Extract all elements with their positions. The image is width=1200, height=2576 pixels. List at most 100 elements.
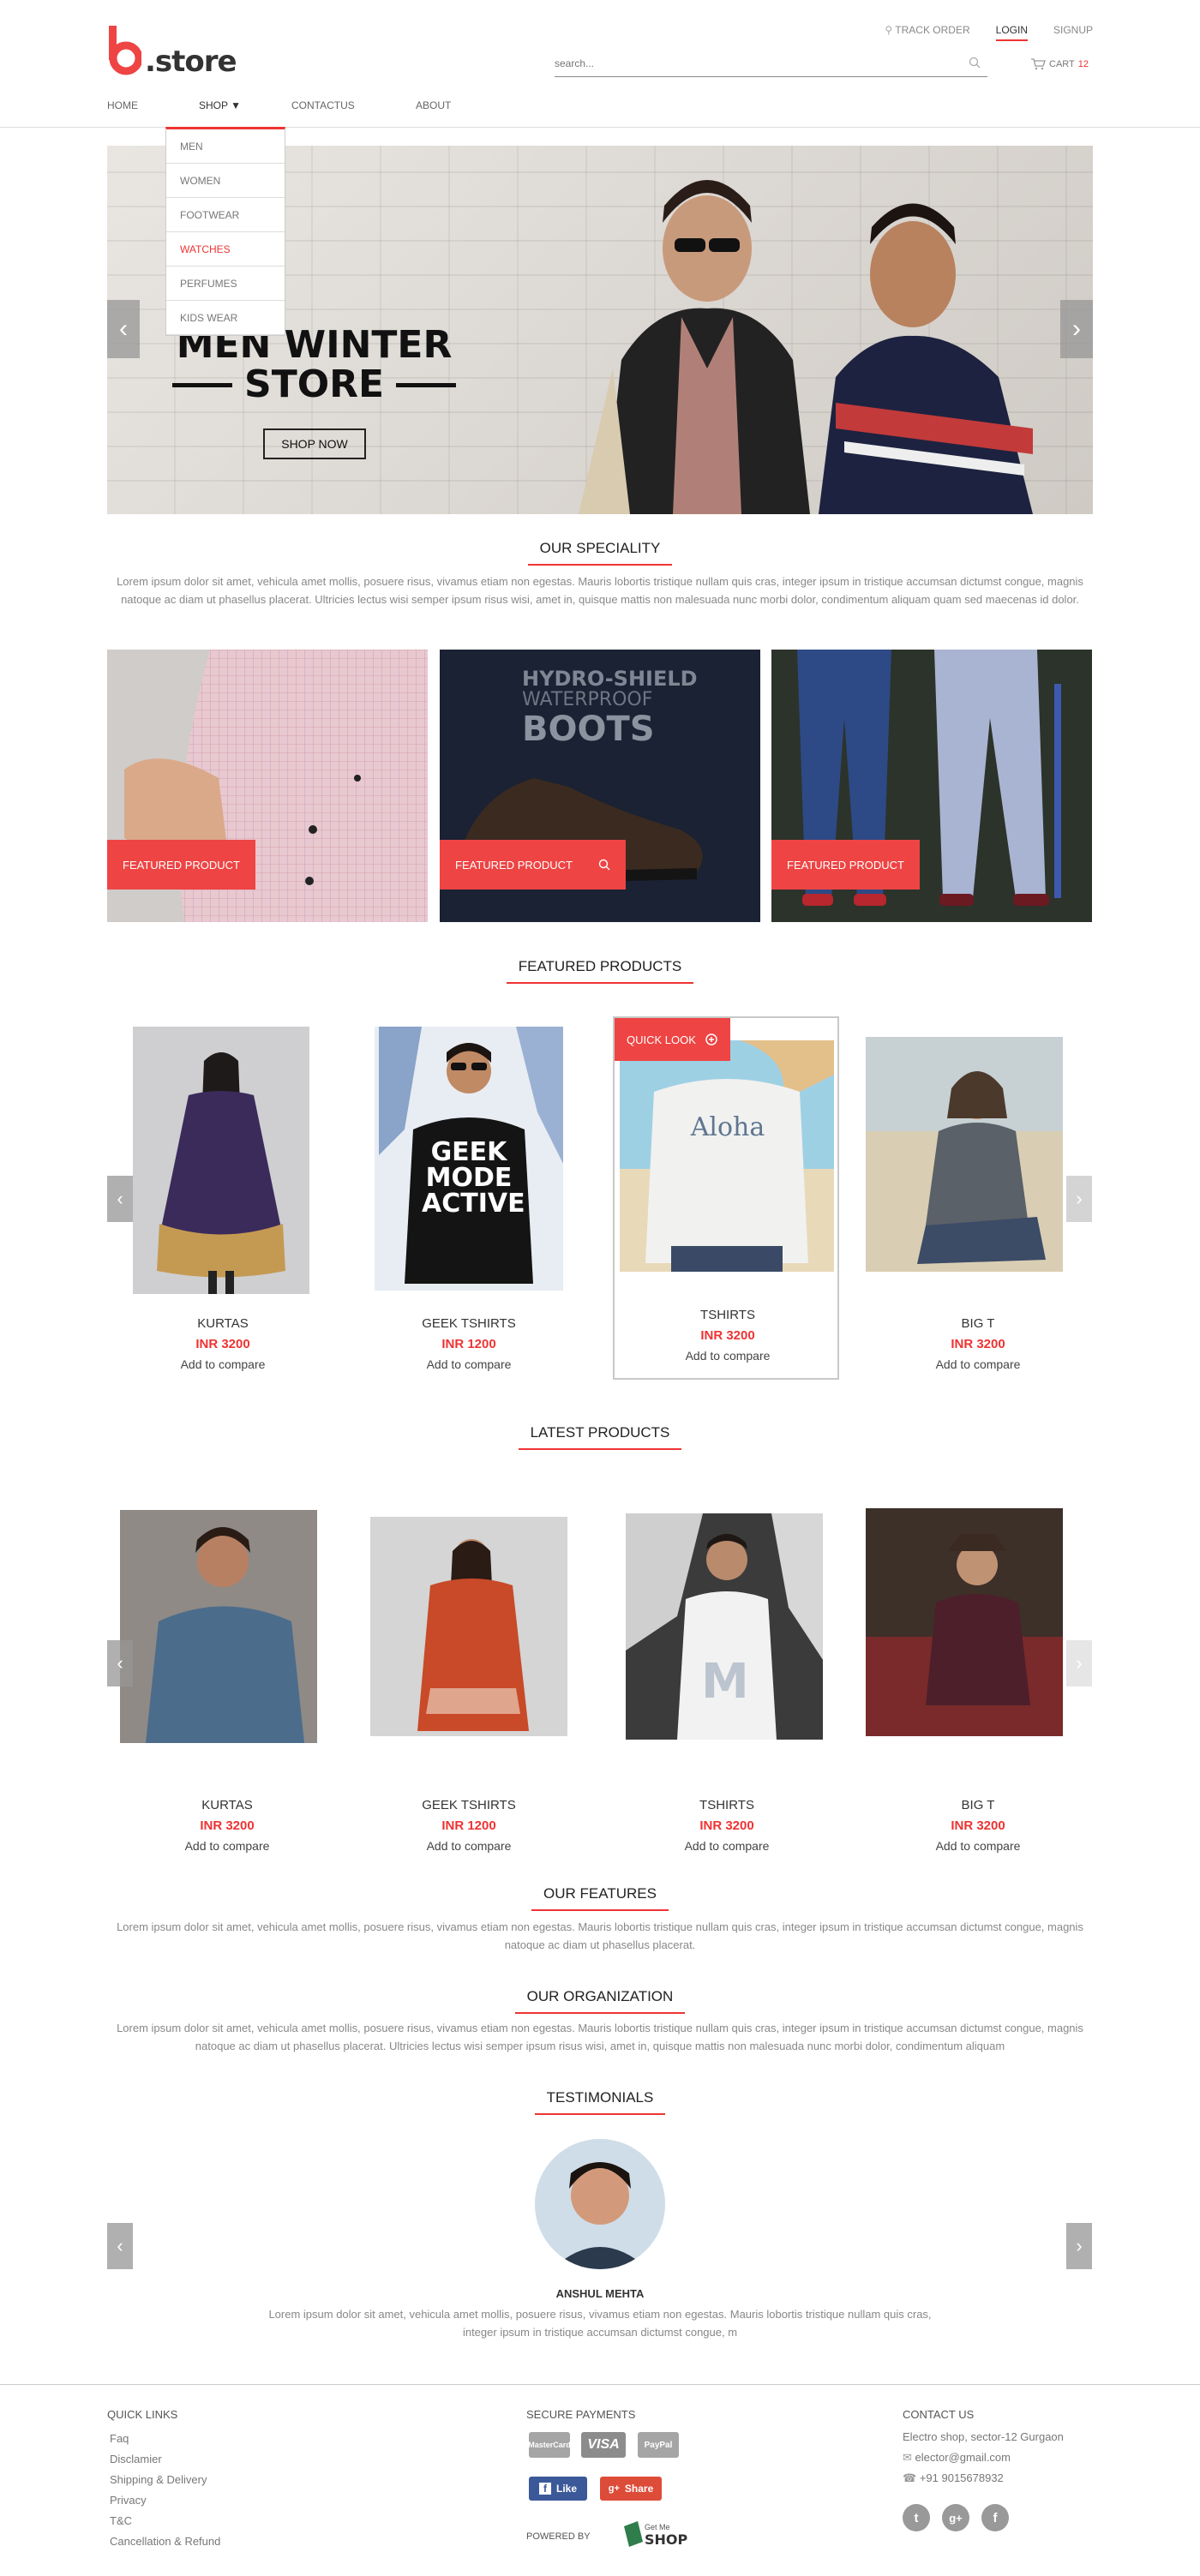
product-image bbox=[866, 1037, 1063, 1272]
product-card-geek-tshirts[interactable]: GEEK MODE ACTIVE GEEK TSHIRTS INR 1200 A… bbox=[370, 1027, 567, 1387]
footer-link-faq[interactable]: Faq bbox=[110, 2432, 129, 2445]
product-price: INR 3200 bbox=[195, 1337, 250, 1351]
twitter-icon[interactable]: t bbox=[903, 2504, 930, 2531]
product-card-tshirts[interactable]: QUICK LOOK Aloha TSHIRTS INR 3200 Add to… bbox=[613, 1016, 839, 1380]
login-link[interactable]: LOGIN bbox=[995, 24, 1028, 41]
menu-item-women[interactable]: WOMEN bbox=[166, 164, 285, 198]
footer-link-cancellation[interactable]: Cancellation & Refund bbox=[110, 2535, 220, 2548]
visa-icon: VISA bbox=[581, 2432, 626, 2458]
add-to-compare-link[interactable]: Add to compare bbox=[866, 1357, 1090, 1371]
nav-contact[interactable]: CONTACTUS bbox=[291, 99, 416, 111]
product-price: INR 3200 bbox=[951, 1337, 1005, 1351]
speciality-text: Lorem ipsum dolor sit amet, vehicula ame… bbox=[117, 575, 1083, 606]
footer-link-privacy[interactable]: Privacy bbox=[110, 2494, 147, 2507]
latest-next-arrow[interactable]: › bbox=[1066, 1640, 1092, 1686]
product-name: KURTAS bbox=[197, 1316, 249, 1331]
add-to-compare-link[interactable]: Add to compare bbox=[866, 1839, 1090, 1853]
menu-item-kids-wear[interactable]: KIDS WEAR bbox=[166, 301, 285, 335]
facebook-like-button[interactable]: f Like bbox=[529, 2477, 587, 2501]
featured-product-badge[interactable]: FEATURED PRODUCT bbox=[440, 840, 626, 890]
menu-item-watches[interactable]: WATCHES bbox=[166, 232, 285, 267]
track-order-link[interactable]: ⚲ TRACK ORDER bbox=[885, 24, 969, 41]
signup-link[interactable]: SIGNUP bbox=[1053, 24, 1093, 41]
tshirt-m-print: M bbox=[701, 1654, 749, 1710]
add-to-compare-link[interactable]: Add to compare bbox=[626, 1839, 828, 1853]
product-card-big-t[interactable]: BIG T INR 3200 Add to compare bbox=[866, 1027, 1090, 1387]
product-card-kurtas[interactable]: KURTAS INR 3200 Add to compare bbox=[120, 1508, 334, 1868]
add-to-compare-link[interactable]: Add to compare bbox=[370, 1839, 567, 1853]
menu-item-men[interactable]: MEN bbox=[166, 129, 285, 164]
speciality-tile-shirt[interactable]: FEATURED PRODUCT bbox=[107, 650, 428, 922]
latest-prev-arrow[interactable]: ‹ bbox=[107, 1640, 133, 1686]
add-to-compare-link[interactable]: Add to compare bbox=[370, 1357, 567, 1371]
aloha-print: Aloha bbox=[690, 1112, 765, 1142]
mastercard-icon: MasterCard bbox=[528, 2432, 571, 2458]
google-plus-share-button[interactable]: g+ Share bbox=[600, 2477, 662, 2501]
footer-link-tandc[interactable]: T&C bbox=[110, 2514, 132, 2527]
menu-item-footwear[interactable]: FOOTWEAR bbox=[166, 198, 285, 232]
product-name: BIG T bbox=[961, 1798, 995, 1812]
speciality-tile-trousers[interactable]: FEATURED PRODUCT bbox=[771, 650, 1092, 922]
top-links: ⚲ TRACK ORDER LOGIN SIGNUP bbox=[885, 24, 1093, 41]
product-price: INR 3200 bbox=[700, 1328, 755, 1343]
featured-product-badge[interactable]: FEATURED PRODUCT bbox=[771, 840, 920, 890]
chevron-left-icon: ‹ bbox=[119, 315, 128, 343]
chevron-right-icon: › bbox=[1076, 1188, 1083, 1209]
product-card-tshirts[interactable]: M TSHIRTS INR 3200 Add to compare bbox=[626, 1508, 828, 1868]
product-image bbox=[370, 1517, 567, 1736]
product-card-big-t[interactable]: BIG T INR 3200 Add to compare bbox=[866, 1508, 1090, 1868]
powered-by-label: POWERED BY bbox=[526, 2531, 591, 2542]
chevron-right-icon: › bbox=[1072, 315, 1081, 343]
geek-tshirt-print: GEEK MODE ACTIVE bbox=[422, 1137, 525, 1219]
featured-next-arrow[interactable]: › bbox=[1066, 1176, 1092, 1222]
product-card-geek-tshirts[interactable]: GEEK TSHIRTS INR 1200 Add to compare bbox=[370, 1508, 567, 1868]
search-input[interactable] bbox=[555, 51, 957, 75]
chevron-left-icon: ‹ bbox=[117, 2235, 123, 2256]
footer-link-shipping[interactable]: Shipping & Delivery bbox=[110, 2473, 207, 2486]
quick-look-button[interactable]: QUICK LOOK bbox=[615, 1018, 730, 1061]
add-to-compare-link[interactable]: Add to compare bbox=[615, 1349, 841, 1363]
testimonial-prev-arrow[interactable]: ‹ bbox=[107, 2223, 133, 2269]
footer-link-disclaimer[interactable]: Disclamier bbox=[110, 2453, 162, 2465]
contact-email-row[interactable]: ✉ elector@gmail.com bbox=[903, 2451, 1011, 2465]
featured-prev-arrow[interactable]: ‹ bbox=[107, 1176, 133, 1222]
menu-item-perfumes[interactable]: PERFUMES bbox=[166, 267, 285, 301]
facebook-icon[interactable]: f bbox=[981, 2504, 1009, 2531]
product-name: BIG T bbox=[961, 1316, 995, 1331]
google-plus-icon: g+ bbox=[608, 2483, 620, 2494]
cart[interactable]: CART 12 bbox=[1030, 58, 1089, 70]
speciality-heading: OUR SPECIALITY bbox=[0, 540, 1200, 566]
cart-icon bbox=[1031, 58, 1046, 70]
boots-overlay-line3: BOOTS bbox=[522, 710, 655, 749]
chevron-left-icon: ‹ bbox=[117, 1188, 123, 1209]
chevron-right-icon: › bbox=[1076, 2235, 1083, 2256]
nav-about[interactable]: ABOUT bbox=[416, 99, 451, 111]
product-card-kurtas[interactable]: KURTAS INR 3200 Add to compare bbox=[124, 1027, 321, 1387]
facebook-icon: f bbox=[538, 2483, 551, 2495]
nav-home[interactable]: HOME bbox=[107, 99, 199, 111]
google-plus-icon[interactable]: g+ bbox=[942, 2504, 969, 2531]
contact-address: Electro shop, sector-12 Gurgaon bbox=[903, 2430, 1064, 2443]
quick-links-heading: QUICK LINKS bbox=[107, 2408, 178, 2421]
add-to-compare-link[interactable]: Add to compare bbox=[120, 1839, 334, 1853]
get-me-shop-logo[interactable]: Get Me SHOP bbox=[624, 2521, 689, 2550]
speciality-tile-boots[interactable]: HYDRO-SHIELD WATERPROOF BOOTS FEATURED P… bbox=[440, 650, 760, 922]
product-image bbox=[866, 1508, 1063, 1736]
features-text: Lorem ipsum dolor sit amet, vehicula ame… bbox=[117, 1920, 1083, 1951]
hero-prev-arrow[interactable]: ‹ bbox=[107, 300, 140, 358]
chevron-right-icon: › bbox=[1076, 1652, 1083, 1674]
testimonial-next-arrow[interactable]: › bbox=[1066, 2223, 1092, 2269]
secure-payments-heading: SECURE PAYMENTS bbox=[526, 2408, 636, 2421]
features-heading: OUR FEATURES bbox=[0, 1885, 1200, 1911]
shop-now-button[interactable]: SHOP NOW bbox=[263, 428, 366, 459]
testimonials-heading: TESTIMONIALS bbox=[0, 2089, 1200, 2115]
hero-next-arrow[interactable]: › bbox=[1060, 300, 1093, 358]
get-me-shop-mark-icon bbox=[624, 2521, 643, 2547]
search-icon bbox=[598, 859, 610, 871]
search-icon[interactable] bbox=[969, 57, 981, 69]
cart-label: CART bbox=[1049, 59, 1075, 69]
add-to-compare-link[interactable]: Add to compare bbox=[124, 1357, 321, 1371]
featured-product-badge[interactable]: FEATURED PRODUCT bbox=[107, 840, 255, 890]
testimonial-text: Lorem ipsum dolor sit amet, vehicula ame… bbox=[268, 2308, 932, 2339]
nav-shop[interactable]: SHOP ▼ bbox=[199, 99, 291, 111]
